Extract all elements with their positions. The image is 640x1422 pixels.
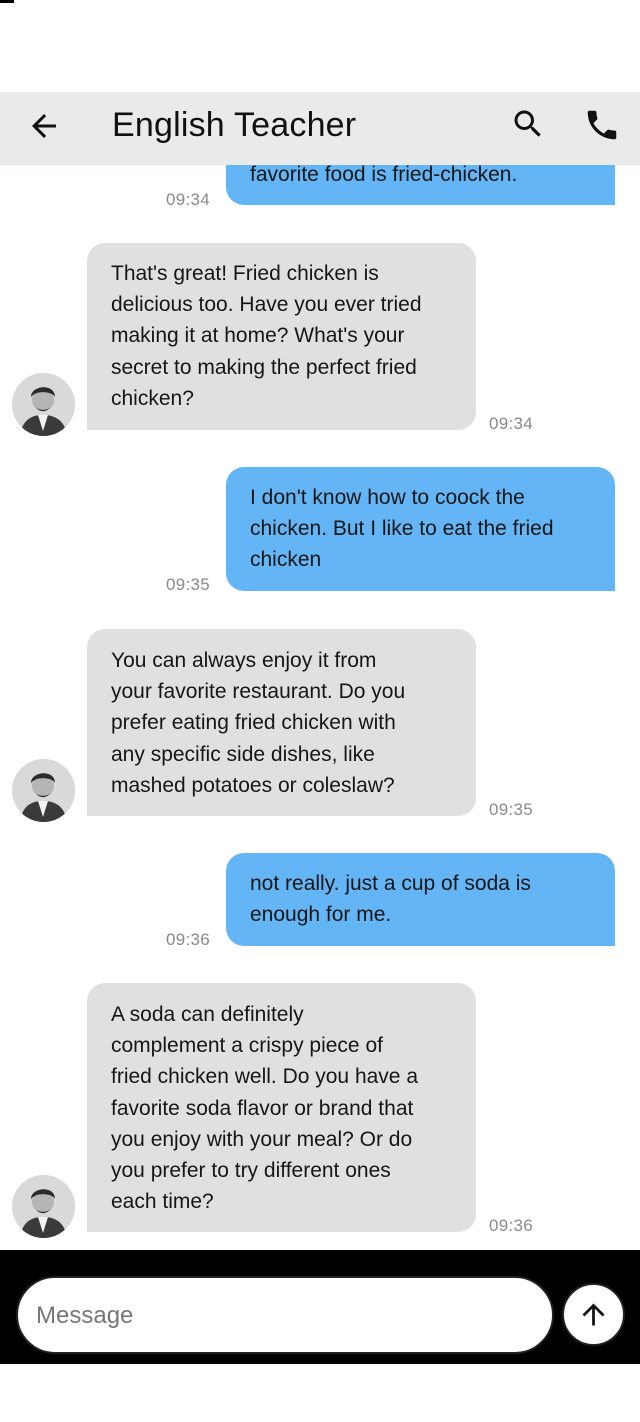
message-input[interactable] [36, 1294, 526, 1338]
phone-icon[interactable] [583, 106, 621, 144]
teacher-message-bubble: You can always enjoy it from your favori… [87, 629, 476, 816]
app-bar: English Teacher [0, 92, 640, 165]
arrow-up-icon [582, 1303, 605, 1326]
chat-title: English Teacher [112, 106, 357, 144]
message-time: 09:36 [489, 1216, 534, 1235]
message-time: 09:35 [489, 800, 534, 819]
message-field[interactable] [16, 1276, 554, 1354]
message-time: 09:34 [489, 414, 534, 433]
status-bar-indicator [0, 0, 14, 3]
message-text: That's great! Fried chicken is delicious… [111, 262, 422, 410]
teacher-message-bubble: A soda can definitely complement a crisp… [87, 983, 476, 1232]
user-message-bubble: favorite food is fried-chicken. [226, 165, 615, 205]
message-time: 09:34 [166, 190, 211, 209]
message-text: not really. just a cup of soda is enough… [250, 872, 531, 927]
send-button[interactable] [562, 1283, 625, 1346]
message-text: A soda can definitely complement a crisp… [111, 1003, 418, 1214]
arrow-back-icon[interactable] [26, 108, 62, 144]
message-composer [0, 1250, 640, 1364]
message-text: favorite food is fried-chicken. [250, 165, 518, 186]
message-time: 09:35 [166, 575, 211, 594]
message-list[interactable]: favorite food is fried-chicken. 09:34 Th… [0, 165, 640, 1250]
search-icon[interactable] [510, 106, 546, 142]
avatar [12, 759, 75, 822]
user-message-bubble: not really. just a cup of soda is enough… [226, 853, 615, 946]
teacher-message-bubble: That's great! Fried chicken is delicious… [87, 243, 476, 430]
avatar [12, 1175, 75, 1238]
message-text: I don't know how to coock the chicken. B… [250, 486, 554, 572]
user-message-bubble: I don't know how to coock the chicken. B… [226, 467, 615, 591]
avatar [12, 373, 75, 436]
message-time: 09:36 [166, 930, 211, 949]
message-text: You can always enjoy it from your favori… [111, 649, 406, 797]
